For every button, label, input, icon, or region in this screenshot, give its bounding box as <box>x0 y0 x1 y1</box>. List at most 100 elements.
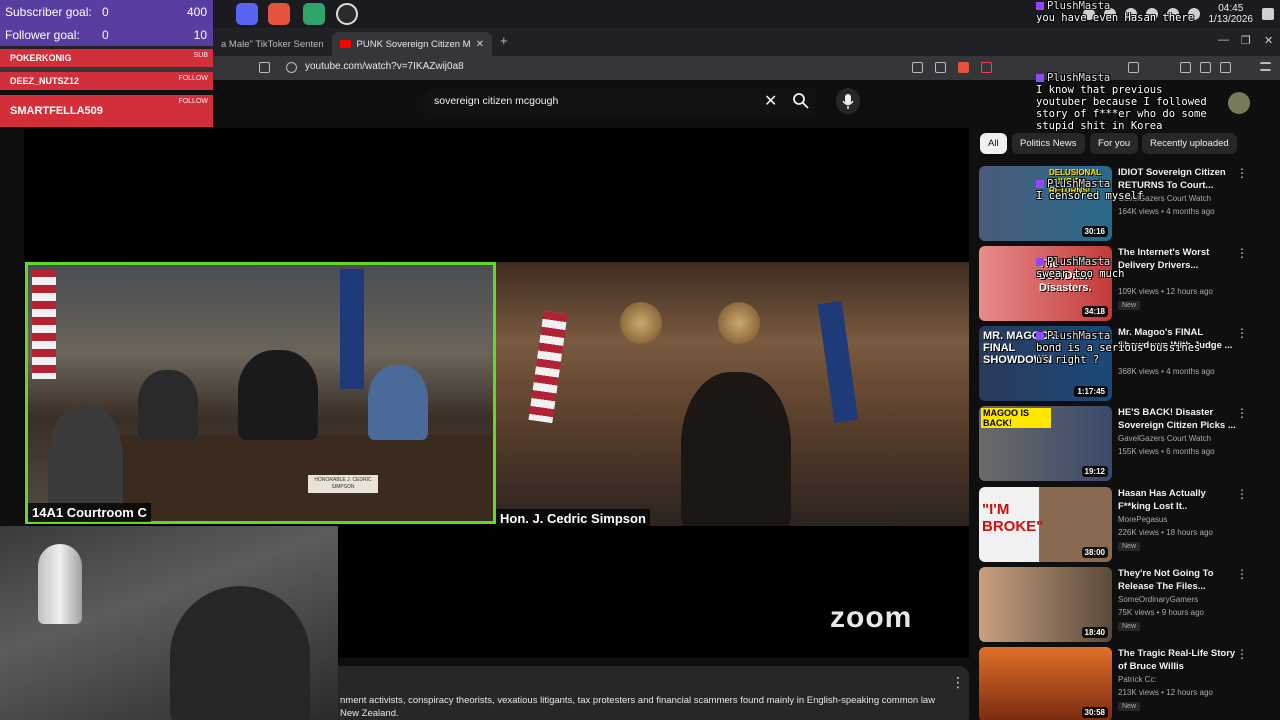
chat-badge-icon <box>1036 332 1044 340</box>
chat-badge-icon <box>1036 258 1044 266</box>
tab-tiktoker[interactable]: a Male" TikToker Sentence <box>213 32 323 56</box>
voice-search-button[interactable] <box>836 88 860 114</box>
state-flag <box>817 300 859 424</box>
follower-goal-target: 10 <box>193 28 207 42</box>
court-seal <box>620 302 662 344</box>
new-tab-icon[interactable]: + <box>500 33 508 48</box>
chip-politics-news[interactable]: Politics News <box>1012 133 1085 154</box>
channel-name[interactable]: GavelGazers Court Watch <box>1118 434 1211 443</box>
alert-item: DEEZ_NUTSZ12 FOLLOW <box>0 72 213 90</box>
chat-username: PlushMasta <box>1047 256 1111 268</box>
new-badge: New <box>1118 542 1141 551</box>
clerk <box>138 370 198 440</box>
video-title[interactable]: The Tragic Real-Life Story of Bruce Will… <box>1118 647 1236 673</box>
recommendation-item[interactable]: MAGOO IS BACK! 19:12 HE'S BACK! Disaster… <box>979 406 1249 482</box>
video-meta: 213K views • 12 hours ago <box>1118 688 1213 697</box>
chat-message: PlushMasta I know that previous youtuber… <box>1036 72 1207 132</box>
video-title[interactable]: HE'S BACK! Disaster Sovereign Citizen Pi… <box>1118 406 1236 432</box>
layers-icon[interactable] <box>303 3 325 25</box>
microphone-icon <box>38 544 82 624</box>
chat-message: PlushMasta bond is a serious bussines us… <box>1036 330 1200 366</box>
description-text: nment activists, conspiracy theorists, v… <box>340 695 936 719</box>
cast-icon[interactable] <box>912 62 923 73</box>
channel-name[interactable]: SomeOrdinaryGamers <box>1118 595 1198 604</box>
judge <box>238 350 318 440</box>
state-flag <box>340 269 364 389</box>
notification-icon[interactable] <box>1262 8 1274 20</box>
url-field[interactable]: youtube.com/watch?v=7IKAZwij0a8 <box>305 61 464 72</box>
video-meta: 155K views • 6 months ago <box>1118 447 1215 456</box>
video-meta: 109K views • 12 hours ago <box>1118 287 1213 296</box>
more-options-icon[interactable]: ⋮ <box>1236 246 1248 260</box>
discord-icon[interactable] <box>236 3 258 25</box>
clear-search-icon[interactable]: ✕ <box>764 91 777 111</box>
follower-goal-current: 0 <box>102 28 109 42</box>
chat-message: PlushMasta I censored myself <box>1036 178 1143 202</box>
video-title[interactable]: They're Not Going To Release The Files..… <box>1118 567 1236 593</box>
avatar[interactable] <box>1228 92 1250 114</box>
streamer <box>170 586 310 720</box>
video-thumbnail[interactable]: "I'M BROKE" 38:00 <box>979 487 1112 562</box>
more-options-icon[interactable]: ⋮ <box>1236 647 1248 661</box>
obs-icon[interactable] <box>336 3 358 25</box>
recommendation-item[interactable]: 18:40 They're Not Going To Release The F… <box>979 567 1249 643</box>
alert-type: SUB <box>193 52 208 59</box>
video-meta: 75K views • 9 hours ago <box>1118 608 1204 617</box>
more-options-icon[interactable]: ⋮ <box>1236 567 1248 581</box>
recommendation-item[interactable]: 30:58 The Tragic Real-Life Story of Bruc… <box>979 647 1249 720</box>
search-input[interactable]: sovereign citizen mcgough <box>423 88 815 114</box>
channel-name[interactable]: Patrick Cc: <box>1118 675 1157 684</box>
chat-badge-icon <box>1036 2 1044 10</box>
court-seal <box>718 302 760 344</box>
video-title[interactable]: Hasan Has Actually F**king Lost It.. <box>1118 487 1236 513</box>
courtroom-label: 14A1 Courtroom C <box>28 503 151 522</box>
media-icon[interactable] <box>935 62 946 73</box>
close-window-icon[interactable]: ✕ <box>1264 34 1273 47</box>
us-flag <box>32 269 56 379</box>
chat-badge-icon <box>1036 74 1044 82</box>
judge-simpson <box>681 372 791 526</box>
site-info-icon[interactable] <box>286 62 297 73</box>
chat-username: PlushMasta <box>1047 178 1111 190</box>
judge-nameplate: HONORABLE J. CEDRIC SIMPSON <box>308 475 378 493</box>
chip-for-you[interactable]: For you <box>1090 133 1139 154</box>
menu-icon[interactable] <box>1260 62 1271 71</box>
video-thumbnail[interactable]: 30:58 <box>979 647 1112 720</box>
wallet-icon[interactable] <box>1220 62 1231 73</box>
search-icon[interactable] <box>792 92 810 110</box>
chat-text: I censored myself <box>1036 190 1144 202</box>
clock[interactable]: 04:45 1/13/2026 <box>1209 3 1254 25</box>
chat-text: you have even Hasan there <box>1036 12 1195 24</box>
video-duration: 18:40 <box>1081 627 1108 638</box>
bookmark-icon[interactable] <box>259 62 270 73</box>
close-tab-icon[interactable]: ✕ <box>476 39 484 50</box>
clock-time: 04:45 <box>1218 3 1244 14</box>
more-options-icon[interactable]: ⋮ <box>951 674 965 691</box>
more-options-icon[interactable]: ⋮ <box>1236 166 1248 180</box>
new-badge: New <box>1118 702 1141 711</box>
maximize-icon[interactable]: ❐ <box>1241 34 1251 47</box>
us-flag <box>528 310 568 424</box>
chat-username: PlushMasta <box>1047 72 1111 84</box>
video-thumbnail[interactable]: MAGOO IS BACK! 19:12 <box>979 406 1112 481</box>
chat-username: PlushMasta <box>1047 330 1111 342</box>
chip-all[interactable]: All <box>980 133 1007 154</box>
more-options-icon[interactable]: ⋮ <box>1236 326 1248 340</box>
video-duration: 19:12 <box>1081 466 1108 477</box>
rewards-icon[interactable] <box>981 62 992 73</box>
more-options-icon[interactable]: ⋮ <box>1236 487 1248 501</box>
chip-recently-uploaded[interactable]: Recently uploaded <box>1142 133 1237 154</box>
minimize-icon[interactable]: — <box>1218 34 1229 46</box>
tab-sovereign-citizen[interactable]: PUNK Sovereign Citizen M ✕ <box>332 32 492 56</box>
brave-shield-icon[interactable] <box>958 62 969 73</box>
recommendation-item[interactable]: "I'M BROKE" 38:00 Hasan Has Actually F**… <box>979 487 1249 563</box>
app-icon[interactable] <box>268 3 290 25</box>
chat-text: swear too much <box>1036 268 1125 280</box>
video-duration: 30:58 <box>1081 707 1108 718</box>
clock-date: 1/13/2026 <box>1208 14 1254 25</box>
video-thumbnail[interactable]: 18:40 <box>979 567 1112 642</box>
video-title[interactable]: The Internet's Worst Delivery Drivers... <box>1118 246 1236 272</box>
more-options-icon[interactable]: ⋮ <box>1236 406 1248 420</box>
court-staff <box>368 365 428 440</box>
channel-name[interactable]: MorePegasus <box>1118 515 1167 524</box>
